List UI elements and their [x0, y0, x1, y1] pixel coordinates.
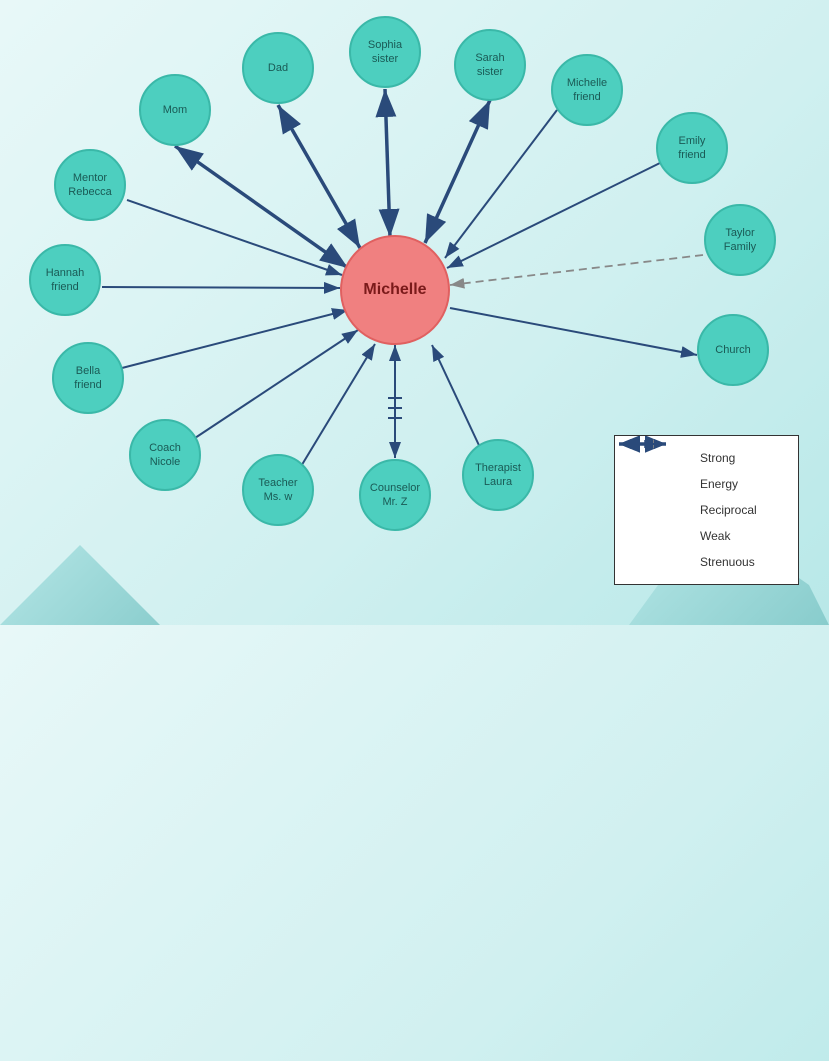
node-sophia: Sophia sister: [349, 16, 421, 88]
diagram-container: Mom Dad Sophia sister Sarah sister Miche…: [0, 0, 829, 625]
node-dad: Dad: [242, 32, 314, 104]
node-mentor: Mentor Rebecca: [54, 149, 126, 221]
node-emily: Emily friend: [656, 112, 728, 184]
legend-item-strenuous: Strenuous: [635, 554, 778, 570]
node-michelle-friend: Michelle friend: [551, 54, 623, 126]
node-counselor: Counselor Mr. Z: [359, 459, 431, 531]
legend-box: Strong Energy: [614, 435, 799, 585]
node-therapist: Therapist Laura: [462, 439, 534, 511]
node-teacher: Teacher Ms. w: [242, 454, 314, 526]
node-center: Michelle: [340, 235, 450, 345]
node-bella: Bella friend: [52, 342, 124, 414]
legend-line-strenuous: [635, 554, 690, 570]
node-sarah: Sarah sister: [454, 29, 526, 101]
node-coach: Coach Nicole: [129, 419, 201, 491]
node-hannah: Hannah friend: [29, 244, 101, 316]
node-taylor: Taylor Family: [704, 204, 776, 276]
node-church: Church: [697, 314, 769, 386]
node-mom: Mom: [139, 74, 211, 146]
